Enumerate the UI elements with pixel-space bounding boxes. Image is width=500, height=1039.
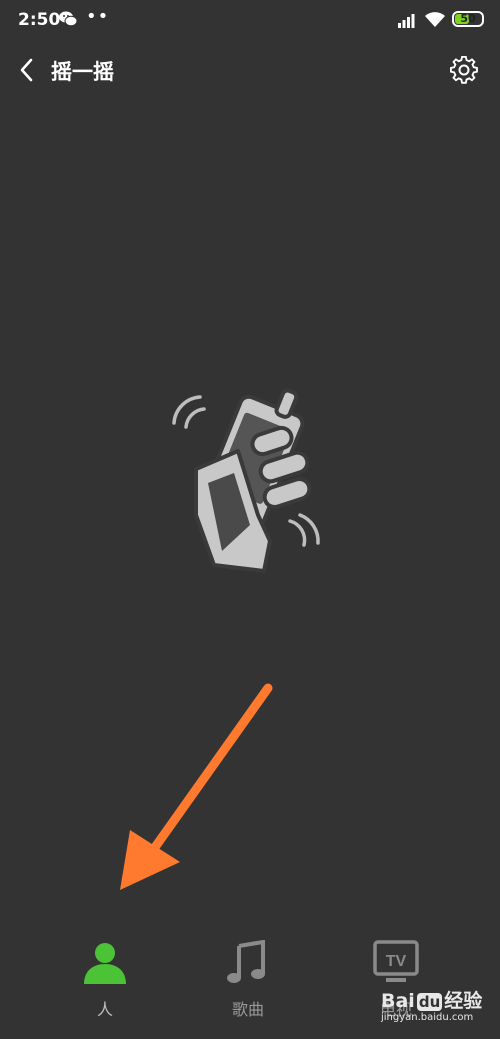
battery-indicator: 50 — [452, 11, 484, 27]
gear-icon[interactable] — [450, 56, 480, 86]
status-time: 2:50 — [18, 10, 61, 30]
status-bar: 2:50 •• 50 — [0, 0, 500, 40]
annotation-arrow — [120, 683, 273, 890]
back-icon[interactable] — [12, 54, 44, 86]
more-dots: •• — [86, 6, 110, 27]
tab-people[interactable]: 人 — [45, 930, 165, 1030]
watermark-brand-mid: du — [416, 993, 443, 1011]
battery-level: 50 — [460, 12, 476, 25]
tab-songs[interactable]: 歌曲 — [188, 930, 308, 1030]
watermark-url: jingyan.baidu.com — [381, 1012, 474, 1023]
watermark-brand-left: Bai — [381, 990, 415, 1012]
tab-songs-label: 歌曲 — [231, 1000, 264, 1019]
wifi-icon — [425, 12, 445, 27]
watermark-brand: Bai du 经验 — [381, 986, 482, 1013]
tab-people-label: 人 — [96, 1000, 113, 1019]
wechat-icon — [59, 11, 78, 27]
page-title: 摇一摇 — [51, 60, 114, 84]
person-icon — [84, 943, 126, 984]
nav-bar: 摇一摇 — [0, 44, 500, 96]
tv-icon: TV — [373, 940, 419, 982]
signal-icon — [398, 14, 415, 28]
watermark-brand-right: 经验 — [444, 990, 483, 1012]
baidu-watermark: Bai du 经验 jingyan.baidu.com — [376, 982, 500, 1030]
music-note-icon — [227, 940, 265, 983]
shake-phone-icon[interactable] — [160, 365, 340, 585]
svg-text:TV: TV — [386, 953, 407, 970]
